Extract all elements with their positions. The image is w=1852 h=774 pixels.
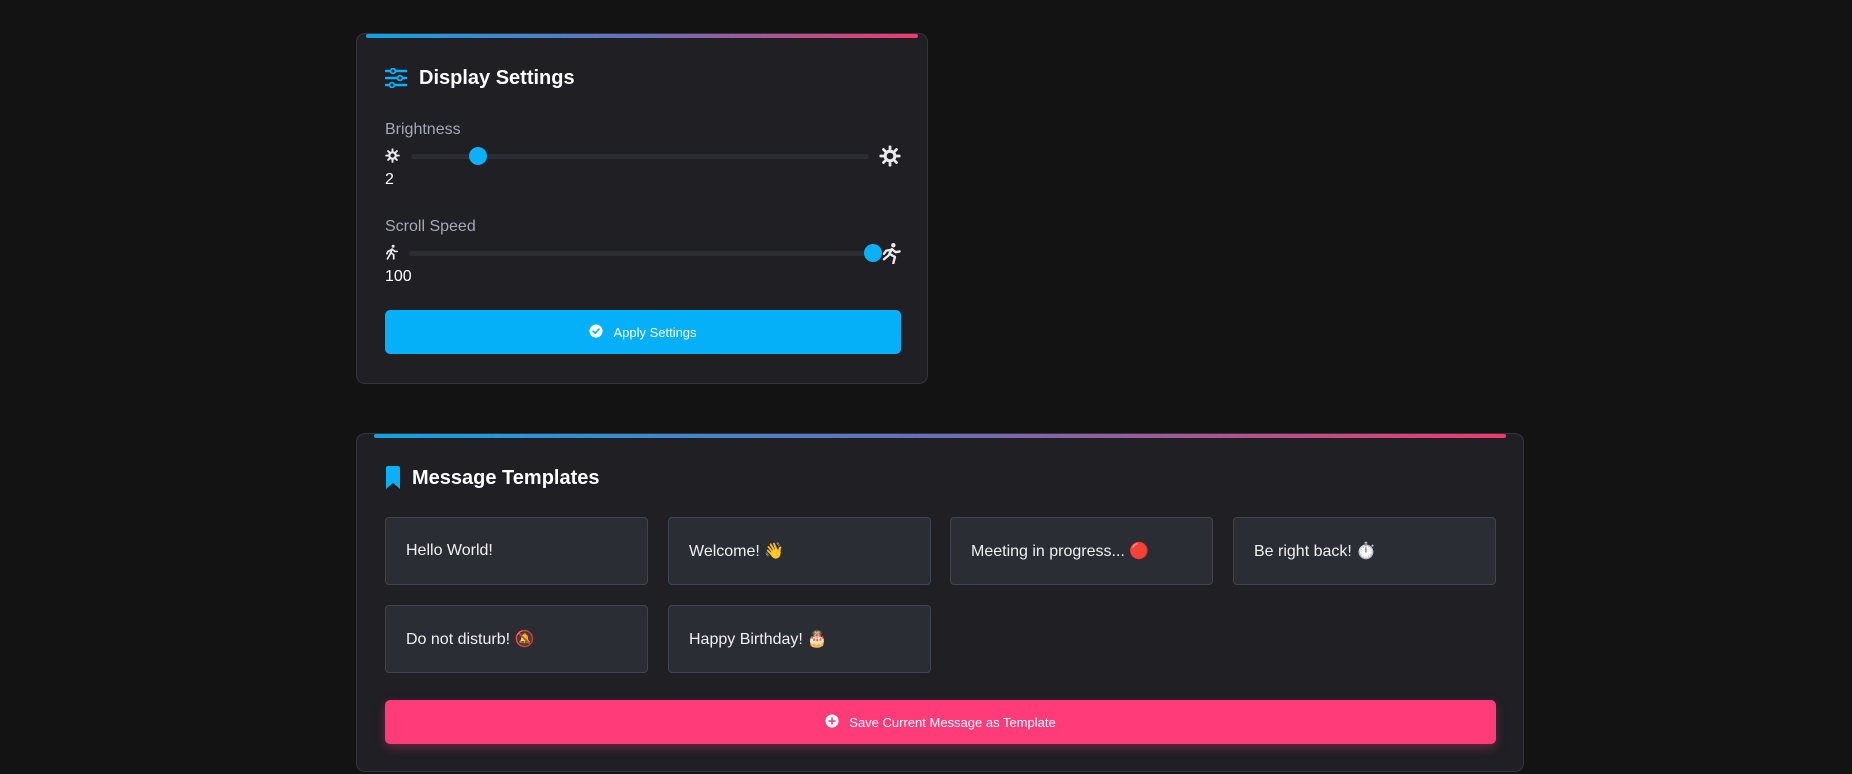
template-label: Welcome! 👋 xyxy=(689,543,785,560)
message-templates-card: Message Templates Hello World! Welcome! … xyxy=(356,433,1524,772)
template-meeting-in-progress[interactable]: Meeting in progress... 🔴 xyxy=(950,517,1213,585)
template-be-right-back[interactable]: Be right back! ⏱️ xyxy=(1233,517,1496,585)
sun-large-icon xyxy=(879,145,901,172)
scroll-speed-value: 100 xyxy=(385,268,412,285)
template-label: Hello World! xyxy=(406,542,493,559)
scroll-speed-label: Scroll Speed xyxy=(385,218,476,235)
message-templates-title: Message Templates xyxy=(412,466,600,489)
sliders-icon xyxy=(385,68,407,88)
check-circle-icon xyxy=(589,323,603,341)
template-label: Be right back! ⏱️ xyxy=(1254,543,1377,560)
card-accent-bar xyxy=(374,434,1506,438)
brightness-slider-row xyxy=(385,143,901,169)
template-label: Happy Birthday! 🎂 xyxy=(689,631,828,648)
message-templates-header: Message Templates xyxy=(385,465,600,491)
scroll-speed-slider-thumb[interactable] xyxy=(864,244,882,262)
template-label: Meeting in progress... 🔴 xyxy=(971,543,1150,560)
brightness-label: Brightness xyxy=(385,121,461,138)
brightness-slider-track[interactable] xyxy=(411,147,869,165)
brightness-value: 2 xyxy=(385,171,394,188)
save-as-template-button[interactable]: Save Current Message as Template xyxy=(385,700,1496,744)
sun-small-icon xyxy=(385,148,400,168)
template-label: Do not disturb! 🔕 xyxy=(406,631,535,648)
bookmark-icon xyxy=(385,466,401,490)
template-welcome[interactable]: Welcome! 👋 xyxy=(668,517,931,585)
brightness-slider-thumb[interactable] xyxy=(468,147,487,165)
card-accent-bar xyxy=(366,34,918,38)
apply-settings-button[interactable]: Apply Settings xyxy=(385,310,901,354)
running-icon xyxy=(881,242,901,269)
apply-settings-label: Apply Settings xyxy=(613,324,697,340)
walking-icon xyxy=(385,244,399,265)
scroll-speed-field: Scroll Speed 100 xyxy=(385,217,901,287)
display-settings-header: Display Settings xyxy=(385,66,575,90)
save-as-template-label: Save Current Message as Template xyxy=(849,714,1056,730)
template-do-not-disturb[interactable]: Do not disturb! 🔕 xyxy=(385,605,648,673)
brightness-field: Brightness 2 xyxy=(385,120,901,190)
plus-circle-icon xyxy=(825,713,839,731)
scroll-speed-slider-row xyxy=(385,240,901,266)
display-settings-title: Display Settings xyxy=(419,66,575,89)
template-hello-world[interactable]: Hello World! xyxy=(385,517,648,585)
scroll-speed-slider-track[interactable] xyxy=(409,244,882,262)
display-settings-card: Display Settings Brightness 2 Scroll Spe… xyxy=(356,33,928,384)
template-happy-birthday[interactable]: Happy Birthday! 🎂 xyxy=(668,605,931,673)
